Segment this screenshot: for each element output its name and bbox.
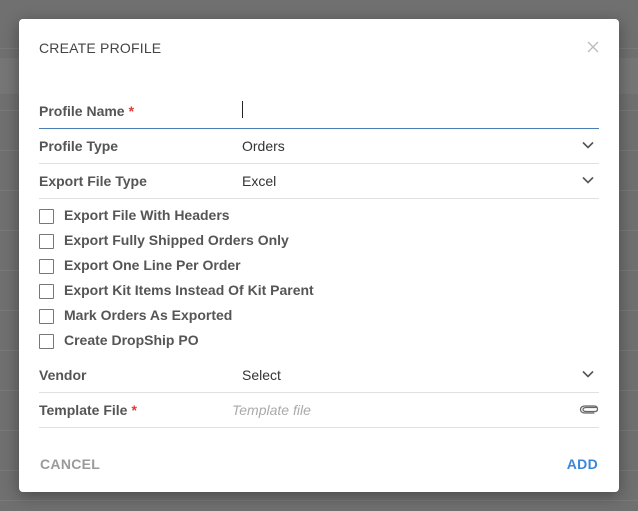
checkbox-label: Export One Line Per Order: [64, 257, 241, 273]
cancel-button[interactable]: CANCEL: [40, 456, 100, 472]
chevron-down-icon[interactable]: [581, 138, 595, 152]
profile-type-label: Profile Type: [39, 138, 119, 154]
template-file-label: Template File *: [39, 402, 137, 418]
required-marker: *: [131, 402, 137, 418]
required-marker: *: [128, 103, 135, 119]
template-file-row: Template File * Template file: [39, 392, 599, 428]
profile-type-value: Orders: [242, 138, 285, 154]
chevron-down-icon[interactable]: [581, 367, 595, 381]
checkbox-label: Create DropShip PO: [64, 332, 199, 348]
chevron-down-icon[interactable]: [581, 173, 595, 187]
export-file-type-select[interactable]: Export File Type Excel: [39, 163, 599, 199]
checkbox[interactable]: [39, 284, 54, 299]
checkbox-label: Export Fully Shipped Orders Only: [64, 232, 289, 248]
vendor-select[interactable]: Vendor Select: [39, 357, 599, 393]
profile-name-row: Profile Name *: [39, 93, 599, 129]
close-icon[interactable]: [585, 39, 601, 55]
backdrop-divider: [0, 500, 638, 501]
vendor-value: Select: [242, 367, 281, 383]
checkbox[interactable]: [39, 334, 54, 349]
dialog-title: CREATE PROFILE: [39, 40, 162, 56]
checkbox-label: Export File With Headers: [64, 207, 230, 223]
paperclip-icon[interactable]: [579, 402, 599, 416]
checkbox[interactable]: [39, 309, 54, 324]
profile-name-input[interactable]: [242, 101, 243, 118]
export-file-type-label: Export File Type: [39, 173, 147, 189]
add-button[interactable]: ADD: [567, 456, 598, 472]
checkbox-label: Export Kit Items Instead Of Kit Parent: [64, 282, 314, 298]
export-file-type-value: Excel: [242, 173, 277, 189]
checkbox[interactable]: [39, 259, 54, 274]
vendor-label: Vendor: [39, 367, 87, 383]
profile-name-label: Profile Name *: [39, 103, 135, 119]
template-file-input[interactable]: Template file: [232, 402, 311, 418]
create-profile-dialog: CREATE PROFILE Profile Name * Profile Typ…: [19, 19, 619, 492]
checkbox[interactable]: [39, 234, 54, 249]
profile-type-select[interactable]: Profile Type Orders: [39, 128, 599, 164]
checkbox[interactable]: [39, 209, 54, 224]
checkbox-label: Mark Orders As Exported: [64, 307, 233, 323]
